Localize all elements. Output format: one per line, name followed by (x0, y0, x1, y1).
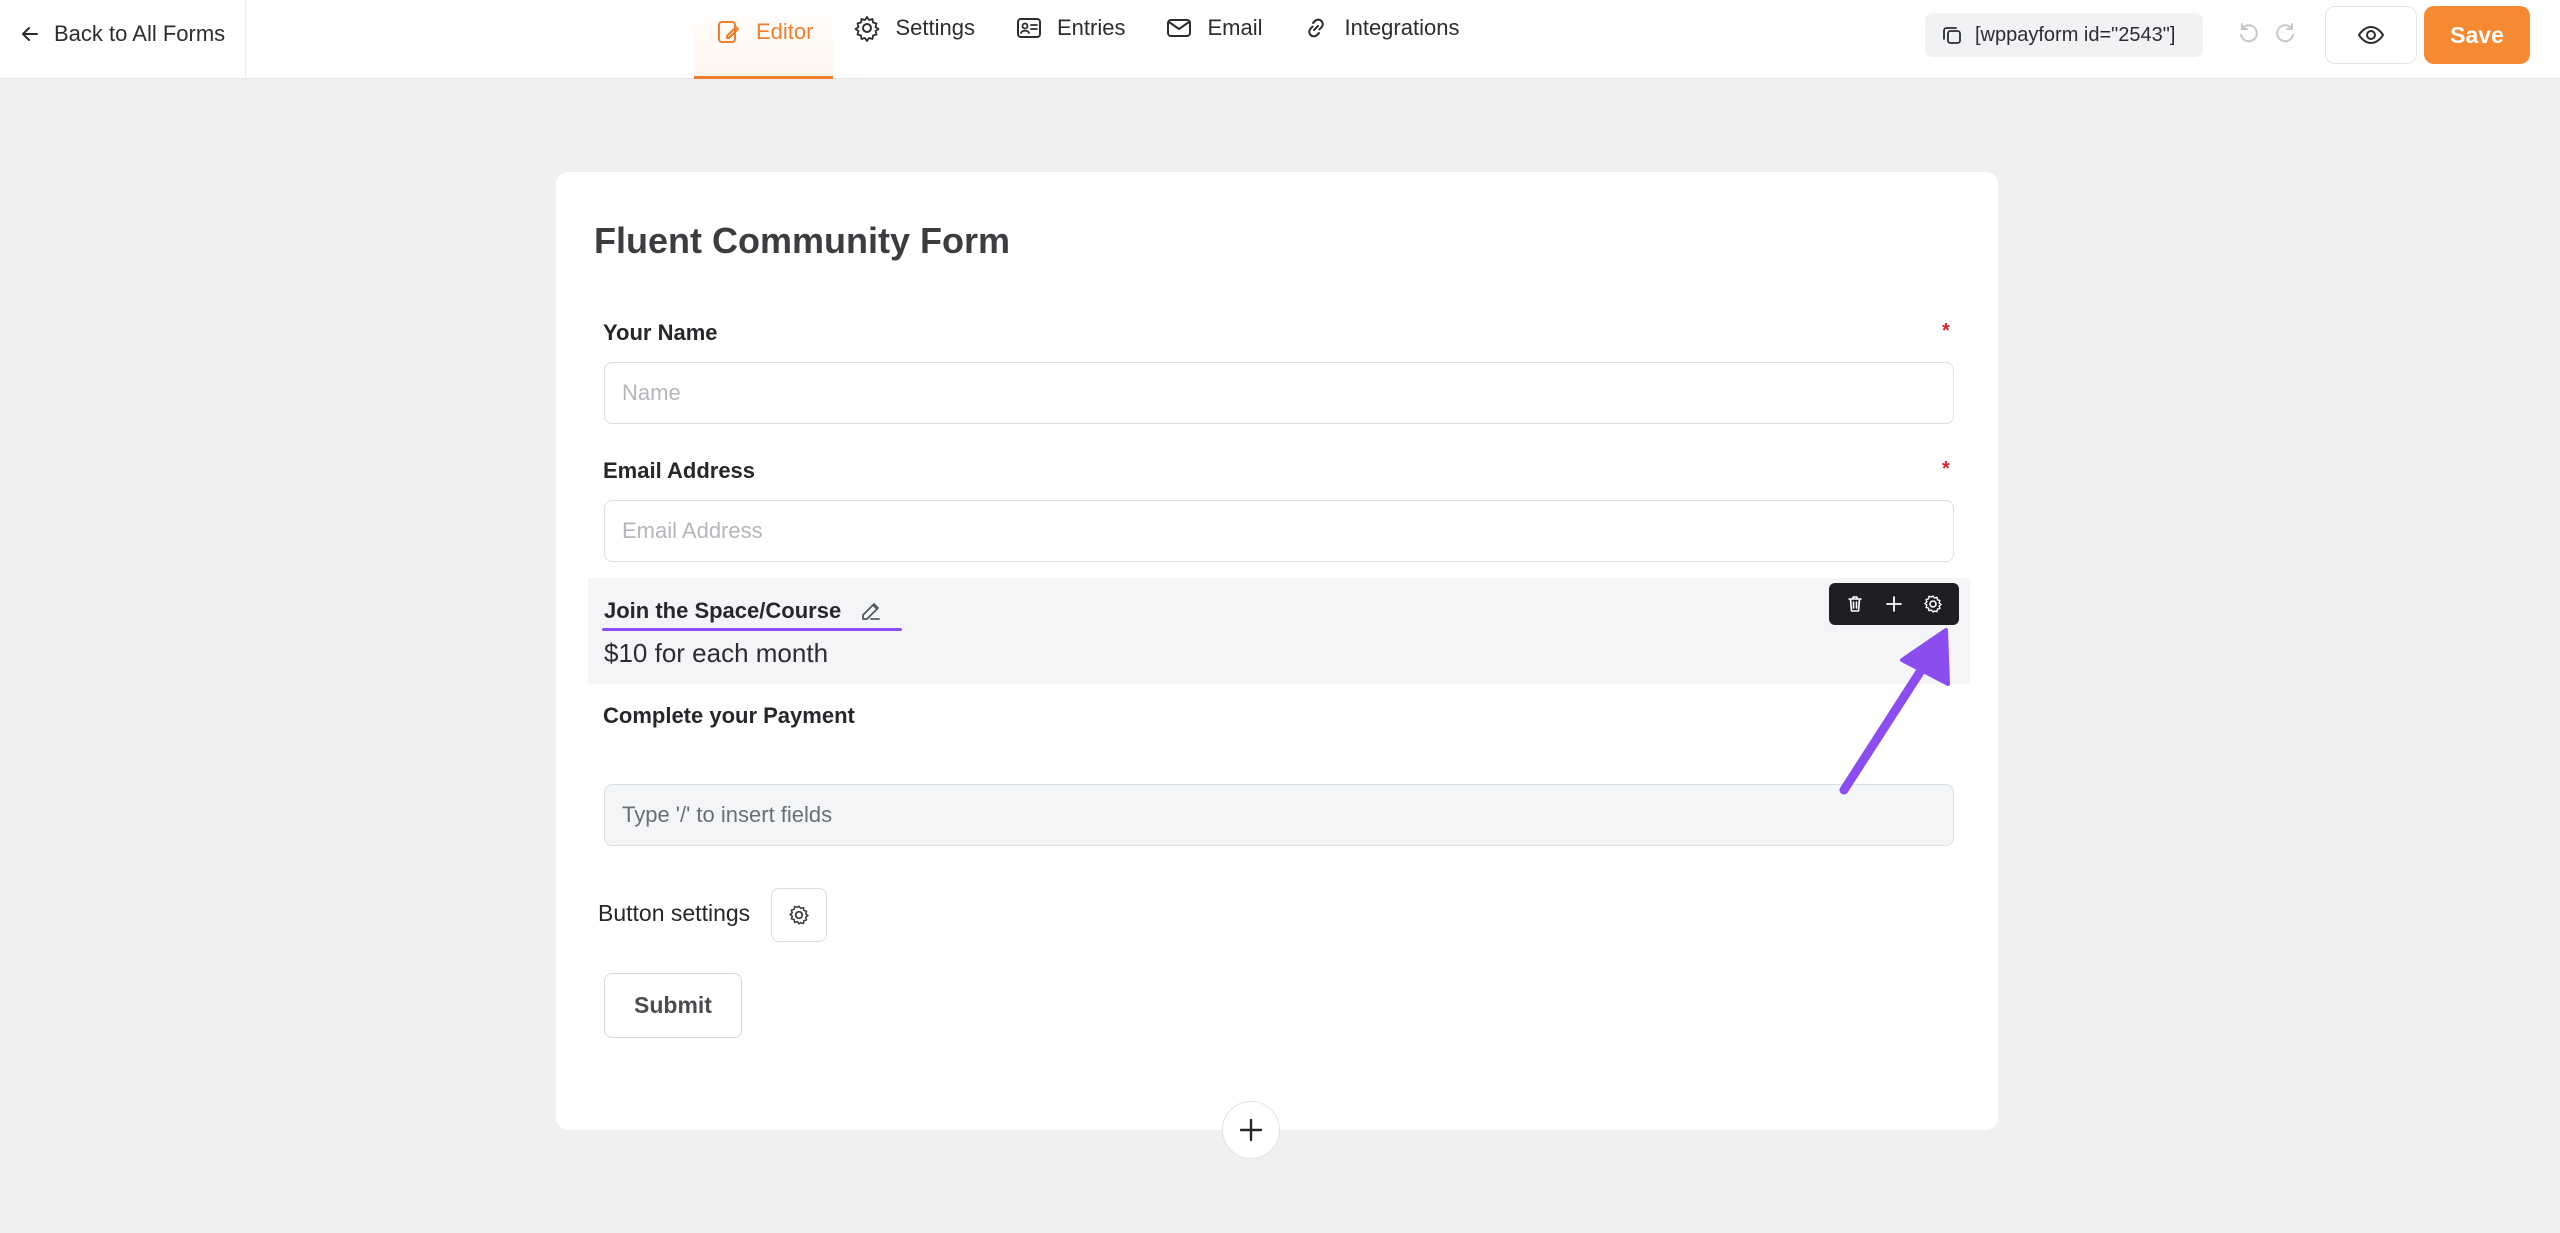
editor-icon (718, 21, 739, 43)
entries-icon (1016, 17, 1041, 38)
gear-icon (789, 905, 809, 925)
email-input[interactable]: Email Address (604, 500, 1954, 562)
undo-icon (2240, 23, 2258, 43)
redo-button[interactable] (2274, 20, 2298, 44)
shortcode-text: [wppayform id="2543"] (1975, 23, 2176, 46)
redo-icon (2276, 23, 2294, 43)
required-mark: * (1942, 458, 1950, 480)
email-input-placeholder: Email Address (622, 518, 763, 543)
form-card: Fluent Community Form Your Name * Name E… (556, 172, 1998, 1130)
history-controls (2236, 20, 2298, 44)
button-settings-button[interactable] (771, 888, 827, 942)
form-title: Fluent Community Form (594, 220, 1010, 261)
delete-block-button[interactable] (1842, 591, 1868, 617)
name-input[interactable]: Name (604, 362, 1954, 424)
top-bar: Back to All Forms Editor Settings Entrie… (0, 0, 2560, 79)
main-nav: Editor Settings Entries Email Integratio… (694, 0, 1479, 79)
undo-button[interactable] (2236, 20, 2260, 44)
block-toolbar (1829, 583, 1959, 625)
insert-fields-placeholder: Type '/' to insert fields (622, 802, 833, 827)
preview-button[interactable] (2325, 6, 2417, 64)
email-field-label: Email Address (603, 458, 756, 483)
mail-icon (1167, 18, 1192, 37)
name-field-label: Your Name (603, 320, 718, 345)
arrow-left-icon (22, 26, 38, 41)
required-mark: * (1942, 320, 1950, 342)
add-block-button[interactable] (1222, 1101, 1280, 1159)
tab-entries-label: Entries (1056, 14, 1126, 40)
eye-icon (2357, 25, 2385, 45)
tab-integrations[interactable]: Integrations (1282, 0, 1479, 67)
divider (245, 0, 246, 79)
name-input-placeholder: Name (622, 380, 681, 405)
plus-icon (1886, 596, 1902, 612)
annotation-arrow (1839, 628, 1950, 795)
submit-button[interactable]: Submit (604, 973, 742, 1038)
gear-icon (1924, 595, 1943, 613)
shortcode-copy-button[interactable]: [wppayform id="2543"] (1925, 13, 2203, 57)
block-settings-button[interactable] (1920, 591, 1946, 617)
link-icon (1308, 18, 1325, 37)
tab-settings[interactable]: Settings (833, 0, 995, 67)
pencil-icon[interactable] (859, 599, 883, 623)
tab-entries[interactable]: Entries (995, 0, 1145, 67)
insert-fields-input[interactable]: Type '/' to insert fields (604, 784, 1954, 846)
tab-settings-label: Settings (895, 14, 975, 40)
add-block-after-button[interactable] (1881, 591, 1907, 617)
price-text: $10 for each month (604, 638, 829, 668)
payment-section-label: Complete your Payment (603, 703, 855, 728)
save-button[interactable]: Save (2424, 6, 2530, 64)
back-label: Back to All Forms (54, 20, 226, 46)
tab-editor[interactable]: Editor (694, 0, 834, 79)
back-to-all-forms-link[interactable]: Back to All Forms (20, 0, 225, 67)
tab-email[interactable]: Email (1145, 0, 1282, 67)
selected-payment-block[interactable]: Join the Space/Course $10 for each month (588, 578, 1970, 684)
annotation-underline (602, 628, 902, 631)
join-block-title: Join the Space/Course (604, 598, 842, 623)
tab-integrations-label: Integrations (1344, 14, 1460, 40)
copy-icon (1943, 27, 1961, 44)
tab-editor-label: Editor (756, 19, 814, 44)
plus-icon (1239, 1118, 1263, 1142)
gear-icon (855, 15, 880, 42)
join-block-label: Join the Space/Course (604, 598, 883, 624)
tab-email-label: Email (1207, 14, 1263, 40)
trash-icon (1847, 596, 1862, 612)
button-settings-label: Button settings (598, 900, 751, 926)
